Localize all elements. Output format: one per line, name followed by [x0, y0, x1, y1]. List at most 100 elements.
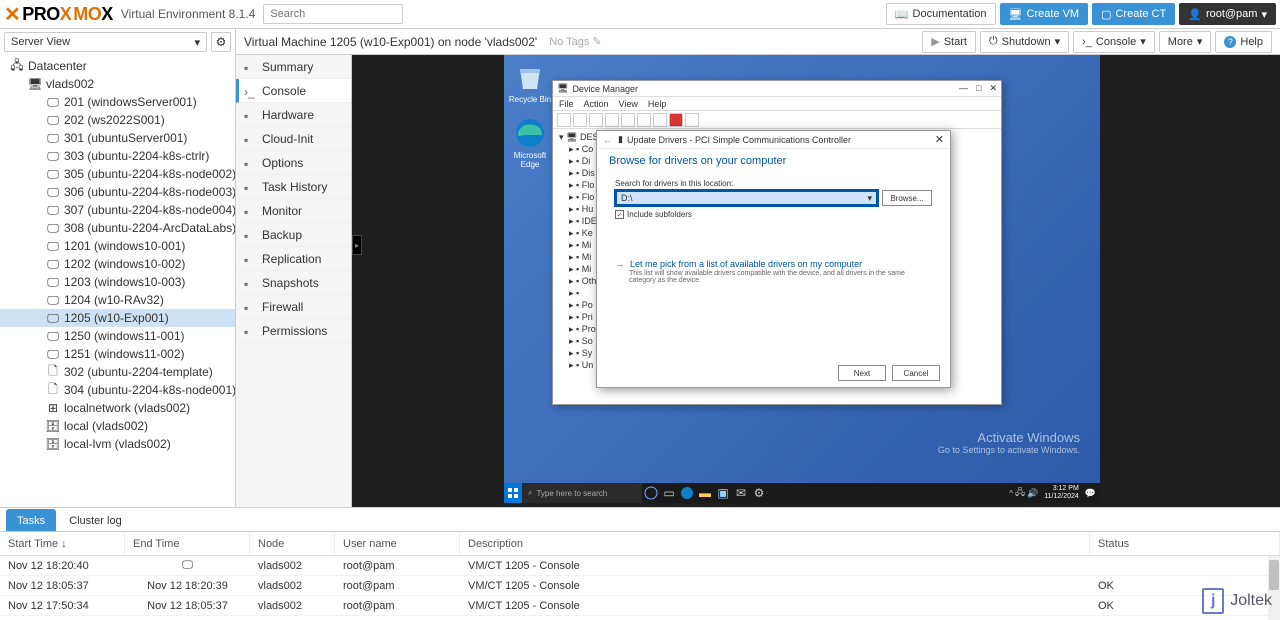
tree-item[interactable]: 🖵1204 (w10-RAv32) [0, 291, 235, 309]
column-header[interactable]: Status [1090, 532, 1280, 555]
console-viewport[interactable]: ▸ Recycle Bin Microsoft Edge Activate Wi… [352, 55, 1280, 507]
tray-up-icon[interactable]: ^ [1009, 489, 1013, 498]
log-row[interactable]: Nov 12 18:20:40🖵vlads002root@pamVM/CT 12… [0, 556, 1280, 576]
vm-tab[interactable]: ▪Summary [236, 55, 351, 79]
update-drivers-dialog[interactable]: ← ▮ Update Drivers - PCI Simple Communic… [596, 130, 951, 388]
tree-item[interactable]: 🖥vlads002 [0, 75, 235, 93]
forward-icon[interactable] [573, 113, 587, 127]
panel-expander[interactable]: ▸ [352, 235, 362, 255]
taskview-icon[interactable]: ▭ [660, 484, 678, 502]
menu-bar[interactable]: File Action View Help [553, 97, 1001, 111]
documentation-button[interactable]: 📖 Documentation [886, 3, 996, 25]
column-header[interactable]: User name [335, 532, 460, 555]
menu-item[interactable]: Help [648, 99, 667, 109]
tree-item[interactable]: 🖧Datacenter [0, 57, 235, 75]
tree-item[interactable]: 🖵303 (ubuntu-2204-k8s-ctrlr) [0, 147, 235, 165]
next-button[interactable]: Next [838, 365, 886, 381]
tree-item[interactable]: ⊞localnetwork (vlads002) [0, 399, 235, 417]
detail-icon[interactable] [605, 113, 619, 127]
log-row[interactable]: Nov 12 18:05:37Nov 12 18:20:39vlads002ro… [0, 576, 1280, 596]
vm-tab[interactable]: ▪Hardware [236, 103, 351, 127]
scrollbar-thumb[interactable] [1269, 560, 1279, 590]
tree-item[interactable]: 🗄local (vlads002) [0, 417, 235, 435]
tags-editor[interactable]: No Tags ✎ [549, 35, 601, 48]
vm-tab[interactable]: ▪Monitor [236, 199, 351, 223]
window-titlebar[interactable]: 🖥 Device Manager — □ ✕ [553, 81, 1001, 97]
tree-item[interactable]: 🗋302 (ubuntu-2204-template) [0, 363, 235, 381]
settings-button[interactable]: ⚙ [211, 32, 231, 52]
scan-icon[interactable] [653, 113, 667, 127]
start-button[interactable] [504, 483, 522, 503]
tree-item[interactable]: 🗄local-lvm (vlads002) [0, 435, 235, 453]
minimize-icon[interactable]: — [959, 83, 968, 94]
browse-button[interactable]: Browse... [882, 190, 932, 206]
chevron-down-icon[interactable]: ▾ [867, 193, 872, 204]
tree-item[interactable]: 🖵307 (ubuntu-2204-k8s-node004) [0, 201, 235, 219]
tree-item[interactable]: 🖵1250 (windows11-001) [0, 327, 235, 345]
sound-icon[interactable]: 🔊 [1027, 488, 1038, 499]
refresh-icon[interactable] [685, 113, 699, 127]
notifications-icon[interactable]: 💬 [1085, 488, 1096, 499]
windows-taskbar[interactable]: ⌕ Type here to search ▭ ▬ ▣ ✉ ⚙ ^ 🖧 🔊 3:… [504, 483, 1100, 503]
create-ct-button[interactable]: ▢ Create CT [1092, 3, 1175, 25]
taskbar-search[interactable]: ⌕ Type here to search [522, 483, 642, 503]
clock[interactable]: 3:12 PM 11/12/2024 [1040, 485, 1083, 501]
cortana-icon[interactable] [642, 484, 660, 502]
search-input[interactable] [263, 4, 403, 24]
dialog-titlebar[interactable]: ← ▮ Update Drivers - PCI Simple Communic… [597, 131, 950, 149]
guest-screen[interactable]: Recycle Bin Microsoft Edge Activate Wind… [504, 55, 1100, 503]
devmgr-taskbar-icon[interactable]: ⚙ [750, 484, 768, 502]
menu-item[interactable]: View [619, 99, 638, 109]
back-arrow-icon[interactable]: ← [603, 135, 612, 145]
network-icon[interactable]: 🖧 [1015, 485, 1025, 501]
vm-tab[interactable]: ▪Task History [236, 175, 351, 199]
vm-tab[interactable]: ▪Firewall [236, 295, 351, 319]
tree-item[interactable]: 🗋304 (ubuntu-2204-k8s-node001) [0, 381, 235, 399]
create-vm-button[interactable]: 🖥 Create VM [1000, 3, 1089, 25]
more-button[interactable]: More▾ [1159, 31, 1212, 53]
console-button[interactable]: ›_Console▾ [1073, 31, 1155, 53]
vm-tab[interactable]: ›_Console [236, 79, 351, 103]
back-icon[interactable] [557, 113, 571, 127]
close-icon[interactable]: ✕ [989, 83, 997, 94]
column-header[interactable]: Start Time ↓ [0, 532, 125, 555]
start-button[interactable]: ▶Start [922, 31, 976, 53]
store-icon[interactable]: ▣ [714, 484, 732, 502]
menu-item[interactable]: Action [584, 99, 609, 109]
tree-item[interactable]: 🖵201 (windowsServer001) [0, 93, 235, 111]
cancel-button[interactable]: Cancel [892, 365, 940, 381]
pick-from-list-link[interactable]: → Let me pick from a list of available d… [615, 259, 932, 269]
menu-item[interactable]: File [559, 99, 574, 109]
vm-tab[interactable]: ▪Cloud-Init [236, 127, 351, 151]
user-menu[interactable]: 👤 root@pam ▾ [1179, 3, 1276, 25]
resource-tree[interactable]: 🖧Datacenter🖥vlads002🖵201 (windowsServer0… [0, 55, 236, 507]
column-header[interactable]: Node [250, 532, 335, 555]
vm-tab[interactable]: ▪Backup [236, 223, 351, 247]
explorer-icon[interactable]: ▬ [696, 484, 714, 502]
include-subfolders-checkbox[interactable]: ✓ Include subfolders [615, 210, 932, 219]
tree-item[interactable]: 🖵1205 (w10-Exp001) [0, 309, 235, 327]
list-icon[interactable] [621, 113, 635, 127]
tree-item[interactable]: 🖵1201 (windows10-001) [0, 237, 235, 255]
up-icon[interactable] [589, 113, 603, 127]
tree-item[interactable]: 🖵1251 (windows11-002) [0, 345, 235, 363]
log-tab[interactable]: Cluster log [58, 509, 133, 531]
column-header[interactable]: Description [460, 532, 1090, 555]
tree-item[interactable]: 🖵305 (ubuntu-2204-k8s-node002) [0, 165, 235, 183]
log-row[interactable]: Nov 12 17:50:34Nov 12 18:05:37vlads002ro… [0, 596, 1280, 616]
maximize-icon[interactable]: □ [976, 83, 981, 94]
toolbar[interactable] [553, 111, 1001, 129]
tree-item[interactable]: 🖵202 (ws2022S001) [0, 111, 235, 129]
path-input[interactable]: D:\▾ [615, 190, 878, 206]
tree-item[interactable]: 🖵1203 (windows10-003) [0, 273, 235, 291]
vm-tab[interactable]: ▪Permissions [236, 319, 351, 343]
view-dropdown[interactable]: Server View ▾ [4, 32, 207, 52]
tree-item[interactable]: 🖵306 (ubuntu-2204-k8s-node003) [0, 183, 235, 201]
tree-item[interactable]: 🖵308 (ubuntu-2204-ArcDataLabs) [0, 219, 235, 237]
edge-icon[interactable]: Microsoft Edge [508, 117, 552, 169]
column-header[interactable]: End Time [125, 532, 250, 555]
log-tab[interactable]: Tasks [6, 509, 56, 531]
vm-tab[interactable]: ▪Snapshots [236, 271, 351, 295]
edge-taskbar-icon[interactable] [678, 484, 696, 502]
prop-icon[interactable] [637, 113, 651, 127]
